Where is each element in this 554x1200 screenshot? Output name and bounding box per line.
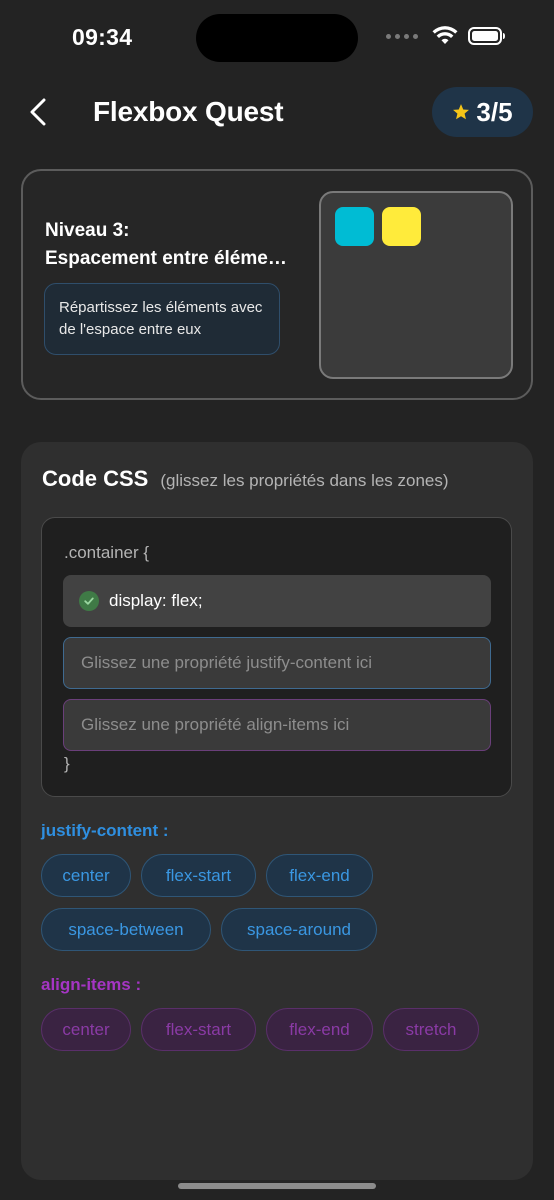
- align-chip-flex-end[interactable]: flex-end: [266, 1008, 373, 1051]
- level-title: Niveau 3: Espacement entre éléments: [45, 217, 295, 273]
- justify-chip-flex-start[interactable]: flex-start: [141, 854, 256, 897]
- wifi-icon: [432, 26, 458, 44]
- display-flex-slot[interactable]: display: flex;: [63, 575, 491, 627]
- level-number: Niveau 3:: [45, 220, 130, 241]
- preview-box-cyan: [335, 207, 374, 246]
- display-flex-text: display: flex;: [109, 591, 203, 610]
- back-button[interactable]: [18, 92, 58, 132]
- align-chip-flex-start[interactable]: flex-start: [141, 1008, 256, 1051]
- code-hint: (glissez les propriétés dans les zones): [160, 471, 449, 490]
- level-card: Niveau 3: Espacement entre éléments Répa…: [21, 169, 533, 400]
- home-indicator[interactable]: [178, 1183, 376, 1189]
- code-heading: Code CSS (glissez les propriétés dans le…: [42, 466, 449, 492]
- chevron-left-icon: [30, 98, 46, 126]
- code-line-open: .container {: [64, 543, 150, 562]
- status-time: 09:34: [72, 24, 133, 50]
- align-items-label: align-items :: [41, 975, 142, 994]
- status-bar: 09:34: [0, 0, 554, 76]
- justify-chip-space-around[interactable]: space-around: [221, 908, 377, 951]
- cellular-signal-icon: [386, 33, 418, 39]
- code-editor: .container { display: flex; Glissez une …: [41, 517, 512, 797]
- justify-content-drop-zone[interactable]: Glissez une propriété justify-content ic…: [63, 637, 491, 689]
- justify-chip-center[interactable]: center: [41, 854, 131, 897]
- star-icon: [453, 104, 470, 120]
- score-text: 3/5: [476, 96, 513, 127]
- page-title: Flexbox Quest: [93, 96, 284, 127]
- status-icons: [386, 26, 506, 46]
- justify-content-label: justify-content :: [41, 821, 169, 840]
- code-title: Code CSS: [42, 466, 149, 491]
- dynamic-island: [196, 14, 358, 62]
- score-badge: 3/5: [432, 87, 533, 137]
- code-card: Code CSS (glissez les propriétés dans le…: [21, 442, 533, 1180]
- align-items-drop-zone[interactable]: Glissez une propriété align-items ici: [63, 699, 491, 751]
- level-instruction: Répartissez les éléments avec de l'espac…: [44, 283, 280, 355]
- justify-chip-space-between[interactable]: space-between: [41, 908, 211, 951]
- level-name: Espacement entre éléments: [45, 248, 295, 269]
- preview-box-yellow: [382, 207, 421, 246]
- justify-chip-flex-end[interactable]: flex-end: [266, 854, 373, 897]
- nav-bar: Flexbox Quest 3/5: [0, 80, 554, 144]
- code-line-close: }: [64, 754, 70, 773]
- flex-preview: [319, 191, 513, 379]
- align-chip-stretch[interactable]: stretch: [383, 1008, 479, 1051]
- battery-icon: [468, 27, 505, 45]
- align-chip-center[interactable]: center: [41, 1008, 131, 1051]
- check-circle-icon: [79, 591, 99, 611]
